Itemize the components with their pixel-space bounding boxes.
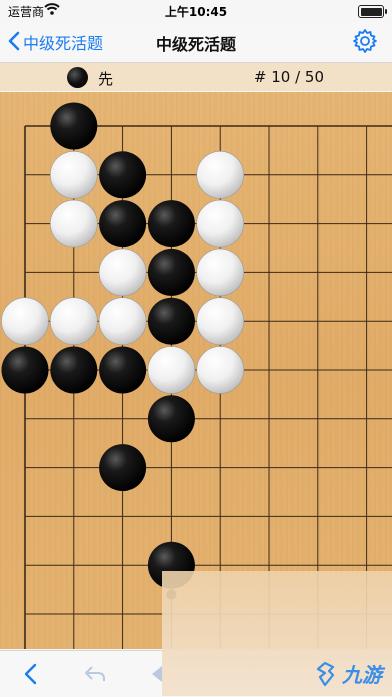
watermark-icon	[316, 661, 335, 686]
white-stone	[196, 248, 244, 297]
clock-label: 上午10:45	[164, 5, 228, 19]
black-stone-icon	[67, 67, 88, 88]
previous-button[interactable]	[18, 661, 44, 687]
to-move-label: 先	[98, 70, 114, 88]
undo-icon[interactable]	[82, 661, 108, 687]
black-stone	[99, 200, 147, 248]
gear-icon[interactable]	[352, 28, 378, 54]
problem-progress: # 10 / 50	[253, 68, 324, 86]
white-stone	[98, 297, 147, 345]
watermark-overlay: 九游	[162, 571, 392, 696]
white-stone	[50, 199, 98, 248]
white-stone	[196, 346, 244, 394]
status-bar: 运营商 上午10:45	[0, 0, 392, 22]
black-stone	[147, 200, 195, 248]
go-board[interactable]	[0, 92, 392, 649]
watermark-logo: 九游	[312, 659, 382, 688]
black-stone	[99, 444, 147, 492]
black-stone	[99, 151, 147, 199]
white-stone	[50, 151, 98, 199]
white-stone	[196, 151, 244, 199]
navigation-bar: 中级死活题 中级死活题	[0, 22, 392, 63]
black-stone	[147, 297, 195, 345]
board-grid[interactable]	[0, 92, 392, 649]
black-stone	[99, 346, 147, 394]
black-stone	[1, 346, 49, 394]
white-stone	[98, 248, 147, 297]
watermark-text: 九游	[342, 663, 382, 687]
page-title: 中级死活题	[155, 35, 236, 54]
battery-icon	[358, 5, 387, 18]
black-stone	[50, 346, 98, 394]
white-stone	[196, 297, 244, 345]
black-stone	[50, 102, 98, 150]
white-stone	[196, 199, 244, 248]
black-stone	[147, 395, 195, 443]
black-stone	[147, 248, 195, 296]
turn-info-bar: 先 # 10 / 50	[0, 63, 392, 91]
white-stone	[147, 346, 196, 394]
white-stone	[50, 297, 98, 345]
white-stone	[1, 297, 49, 345]
